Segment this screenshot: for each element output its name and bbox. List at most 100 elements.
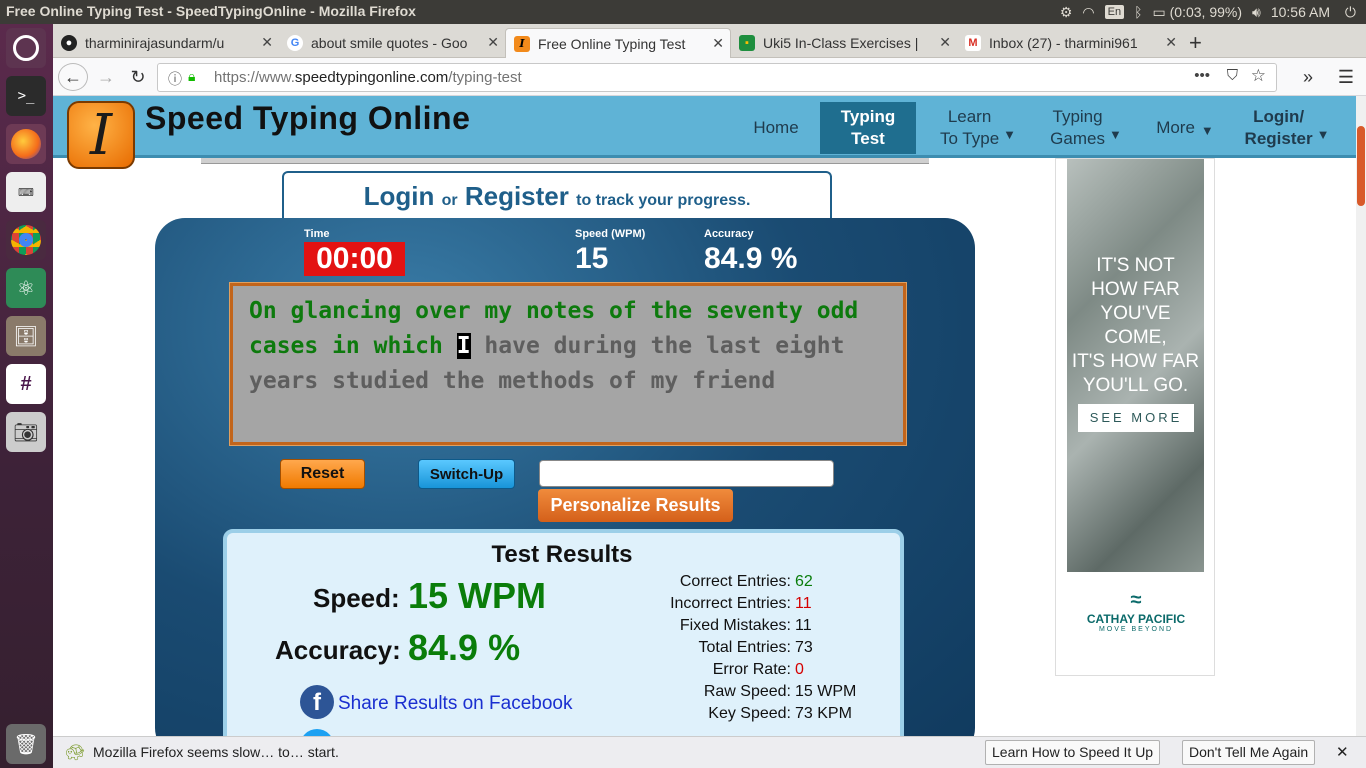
stat-label: Total Entries: — [698, 639, 791, 656]
power-icon[interactable]: ⏻ — [1345, 4, 1356, 21]
close-icon[interactable]: ✕ — [1336, 743, 1349, 761]
forward-button[interactable]: → — [91, 63, 121, 91]
tab-close-icon[interactable]: ✕ — [261, 34, 273, 51]
reload-icon: ↻ — [130, 66, 146, 87]
address-bar[interactable]: ⓘ 🔒︎ https://www. speedtypingonline.com/t… — [157, 63, 1277, 92]
back-button[interactable]: ← — [58, 63, 88, 91]
tab-classroom[interactable]: ▪ Uki5 In-Class Exercises | ✕ — [731, 28, 957, 58]
files-icon[interactable]: 🗄︎ — [6, 316, 46, 356]
tab-close-icon[interactable]: ✕ — [939, 34, 951, 51]
site-header: I Speed Typing Online Home Typing Test Le… — [53, 96, 1356, 169]
site-name[interactable]: Speed Typing Online — [145, 100, 470, 137]
google-icon: G — [287, 35, 303, 51]
hamburger-menu-button[interactable]: ☰ — [1331, 63, 1361, 91]
url-prefix: https://www. — [214, 69, 295, 86]
plus-icon: + — [1189, 30, 1202, 55]
facebook-icon[interactable]: f — [300, 685, 334, 719]
stat-row: Total Entries: 73 — [657, 639, 957, 661]
register-link[interactable]: Register — [465, 181, 569, 211]
keyboard-language[interactable]: En — [1104, 5, 1125, 19]
dropdown-arrow-icon: ▼ — [1200, 123, 1214, 138]
pocket-icon[interactable]: ⛉ — [1227, 67, 1238, 84]
hamburger-icon: ☰ — [1337, 66, 1355, 87]
tab-close-icon[interactable]: ✕ — [487, 34, 499, 51]
url-path: /typing-test — [448, 69, 522, 86]
ubuntu-launcher: >_ ⌨ ⚛ 🗄︎ # 📷︎ 🗑︎ — [0, 24, 53, 768]
dropdown-arrow-icon: ▼ — [1316, 127, 1330, 142]
nav-more[interactable]: More ▼ — [1145, 102, 1225, 154]
wifi-icon[interactable]: ◠ — [1082, 4, 1094, 21]
new-tab-button[interactable]: + — [1183, 28, 1213, 58]
speed-label: Speed (WPM) — [575, 228, 646, 240]
turtle-icon: 🐢︎ — [65, 745, 86, 762]
atom-icon[interactable]: ⚛ — [6, 268, 46, 308]
learn-speed-button[interactable]: Learn How to Speed It Up — [985, 740, 1161, 765]
result-accuracy-label: Accuracy: — [275, 635, 401, 665]
site-logo[interactable]: I — [67, 101, 135, 169]
navigation-toolbar: ← → ↻ ⓘ 🔒︎ https://www. speedtypingonline… — [53, 58, 1366, 96]
page-scrollbar[interactable] — [1356, 96, 1366, 736]
typing-text-area[interactable]: On glancing over my notes of the seventy… — [229, 282, 907, 446]
tab-close-icon[interactable]: ✕ — [1165, 34, 1177, 51]
login-link[interactable]: Login — [364, 181, 435, 211]
share-facebook-link[interactable]: Share Results on Facebook — [338, 693, 572, 715]
page-actions-icon[interactable]: ••• — [1194, 67, 1210, 84]
lock-icon: 🔒︎ — [188, 68, 196, 84]
keyboard-app-icon[interactable]: ⌨ — [6, 172, 46, 212]
reload-button[interactable]: ↻ — [123, 63, 153, 91]
scrollbar-thumb[interactable] — [1357, 126, 1365, 206]
tab-github[interactable]: ● tharminirajasundarm/u ✕ — [53, 28, 279, 58]
tab-typing-test[interactable]: I Free Online Typing Test ✕ — [505, 28, 731, 58]
stat-label: Incorrect Entries: — [670, 595, 791, 612]
typing-input[interactable] — [539, 460, 834, 487]
dont-tell-me-again-button[interactable]: Don't Tell Me Again — [1182, 740, 1316, 765]
classroom-icon: ▪ — [739, 35, 755, 51]
system-top-bar: Free Online Typing Test - SpeedTypingOnl… — [0, 0, 1366, 24]
tab-google[interactable]: Gabout smile quotes - Goo ✕ — [279, 28, 505, 58]
url-domain: speedtypingonline.com — [294, 69, 449, 86]
nav-login-register[interactable]: Login/Register ▼ — [1237, 102, 1337, 154]
tab-gmail[interactable]: M Inbox (27) - tharmini961 ✕ — [957, 28, 1183, 58]
trash-icon[interactable]: 🗑︎ — [6, 724, 46, 764]
result-speed-value: 15 WPM — [408, 575, 547, 616]
volume-icon[interactable]: 🔊︎ — [1252, 4, 1261, 21]
ad-image: IT'S NOT HOW FAR YOU'VE COME, IT'S HOW FAR Y… — [1067, 159, 1204, 572]
overflow-menu-button[interactable]: » — [1293, 63, 1323, 91]
firefox-icon[interactable] — [6, 124, 46, 164]
camera-icon[interactable]: 📷︎ — [6, 412, 46, 452]
stat-row: Fixed Mistakes: 11 — [657, 617, 957, 639]
network-app-icon[interactable]: ⚙ — [1060, 4, 1073, 21]
ubuntu-dash-icon[interactable] — [6, 28, 46, 68]
dropdown-arrow-icon: ▼ — [1108, 127, 1122, 142]
tab-bar: ● tharminirajasundarm/u ✕ Gabout smile quo… — [53, 24, 1366, 58]
terminal-icon[interactable]: >_ — [6, 76, 46, 116]
personalize-results-button[interactable]: Personalize Results — [538, 489, 733, 522]
nav-typing-test[interactable]: Typing Test — [820, 102, 916, 154]
github-icon: ● — [61, 35, 77, 51]
nav-home[interactable]: Home — [739, 102, 813, 154]
twitter-icon[interactable] — [300, 729, 334, 736]
header-shadow-strip — [201, 158, 929, 164]
tab-close-icon[interactable]: ✕ — [712, 35, 724, 52]
advertisement[interactable]: IT'S NOT HOW FAR YOU'VE COME, IT'S HOW FAR Y… — [1055, 158, 1215, 676]
battery-indicator[interactable]: ▭ (0:03, 99%) — [1153, 4, 1243, 21]
slack-icon[interactable]: # — [6, 364, 46, 404]
stat-value: 11 — [795, 617, 812, 634]
bluetooth-icon[interactable]: ᛒ — [1134, 4, 1142, 20]
speedtyping-icon: I — [514, 35, 530, 52]
nav-learn-to-type[interactable]: Learn To Type ▼ — [926, 102, 1030, 154]
clock[interactable]: 10:56 AM — [1271, 4, 1330, 20]
notification-message: Mozilla Firefox seems slow… to… start. — [93, 744, 339, 760]
bookmark-star-icon[interactable]: ☆ — [1251, 66, 1266, 86]
cursor-char: I — [456, 333, 471, 359]
ad-see-more-button[interactable]: SEE MORE — [1078, 404, 1194, 432]
stat-row: Error Rate: 0 — [657, 661, 957, 683]
reset-button[interactable]: Reset — [280, 459, 365, 489]
nav-typing-games[interactable]: Typing Games ▼ — [1043, 102, 1129, 154]
stat-value: 73 KPM — [795, 705, 852, 722]
switch-up-button[interactable]: Switch-Up — [418, 459, 515, 489]
chrome-icon[interactable] — [6, 220, 46, 260]
battery-icon: ▭ — [1152, 3, 1166, 20]
stat-value: 11 — [795, 595, 812, 612]
info-icon[interactable]: ⓘ — [168, 69, 182, 89]
